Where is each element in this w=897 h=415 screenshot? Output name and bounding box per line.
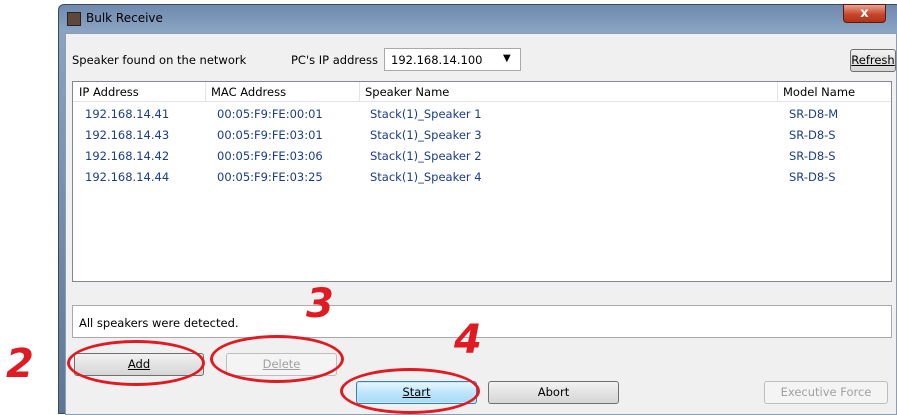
cell-speaker-name: Stack(1)_Speaker 3 <box>370 128 482 142</box>
close-button[interactable]: x <box>843 4 886 23</box>
step-number-3: 3 <box>306 281 334 327</box>
callout-start <box>340 368 480 414</box>
cell-speaker-name: Stack(1)_Speaker 4 <box>370 170 482 184</box>
cell-ip: 192.168.14.44 <box>85 170 170 184</box>
title-bar[interactable]: Bulk Receive x <box>59 4 897 33</box>
column-header-ip[interactable]: IP Address <box>79 85 139 99</box>
column-divider[interactable] <box>359 82 360 102</box>
callout-add <box>67 340 205 386</box>
speaker-found-label: Speaker found on the network <box>72 53 247 67</box>
cell-mac: 00:05:F9:FE:00:01 <box>217 107 323 121</box>
refresh-button-label: Refresh <box>851 53 895 67</box>
table-row[interactable]: 192.168.14.44 00:05:F9:FE:03:25 Stack(1)… <box>73 167 891 188</box>
window-title: Bulk Receive <box>86 11 163 25</box>
speaker-list[interactable]: IP Address MAC Address Speaker Name Mode… <box>72 81 892 282</box>
pc-ip-select[interactable]: 192.168.14.100 ▼ <box>384 48 521 71</box>
callout-delete <box>210 335 344 383</box>
executive-force-button[interactable]: Executive Force <box>764 381 888 404</box>
refresh-button[interactable]: Refresh <box>850 49 896 72</box>
column-divider[interactable] <box>777 82 778 102</box>
cell-model: SR-D8-S <box>789 149 836 163</box>
pc-ip-select-value: 192.168.14.100 <box>391 53 483 67</box>
table-row[interactable]: 192.168.14.43 00:05:F9:FE:03:01 Stack(1)… <box>73 125 891 146</box>
executive-force-button-label: Executive Force <box>780 385 872 399</box>
cell-speaker-name: Stack(1)_Speaker 2 <box>370 149 482 163</box>
column-header-mac[interactable]: MAC Address <box>211 85 286 99</box>
step-number-4: 4 <box>454 317 482 363</box>
app-icon <box>67 12 81 26</box>
cell-mac: 00:05:F9:FE:03:06 <box>217 149 323 163</box>
step-number-2: 2 <box>6 341 34 387</box>
column-header-model[interactable]: Model Name <box>783 85 855 99</box>
abort-button[interactable]: Abort <box>488 381 619 404</box>
table-row[interactable]: 192.168.14.42 00:05:F9:FE:03:06 Stack(1)… <box>73 146 891 167</box>
cell-mac: 00:05:F9:FE:03:01 <box>217 128 323 142</box>
cell-mac: 00:05:F9:FE:03:25 <box>217 170 323 184</box>
cell-ip: 192.168.14.42 <box>85 149 170 163</box>
table-row[interactable]: 192.168.14.41 00:05:F9:FE:00:01 Stack(1)… <box>73 104 891 125</box>
status-box: All speakers were detected. <box>72 305 892 338</box>
column-header-speaker-name[interactable]: Speaker Name <box>365 85 449 99</box>
abort-button-label: Abort <box>537 385 570 399</box>
pc-ip-label: PC's IP address <box>291 53 378 67</box>
list-header: IP Address MAC Address Speaker Name Mode… <box>73 82 891 102</box>
column-divider[interactable] <box>205 82 206 102</box>
cell-model: SR-D8-M <box>789 107 839 121</box>
cell-model: SR-D8-S <box>789 170 836 184</box>
cell-ip: 192.168.14.43 <box>85 128 170 142</box>
chevron-down-icon: ▼ <box>503 53 511 64</box>
cell-model: SR-D8-S <box>789 128 836 142</box>
cell-speaker-name: Stack(1)_Speaker 1 <box>370 107 482 121</box>
cell-ip: 192.168.14.41 <box>85 107 170 121</box>
status-message: All speakers were detected. <box>79 316 239 330</box>
